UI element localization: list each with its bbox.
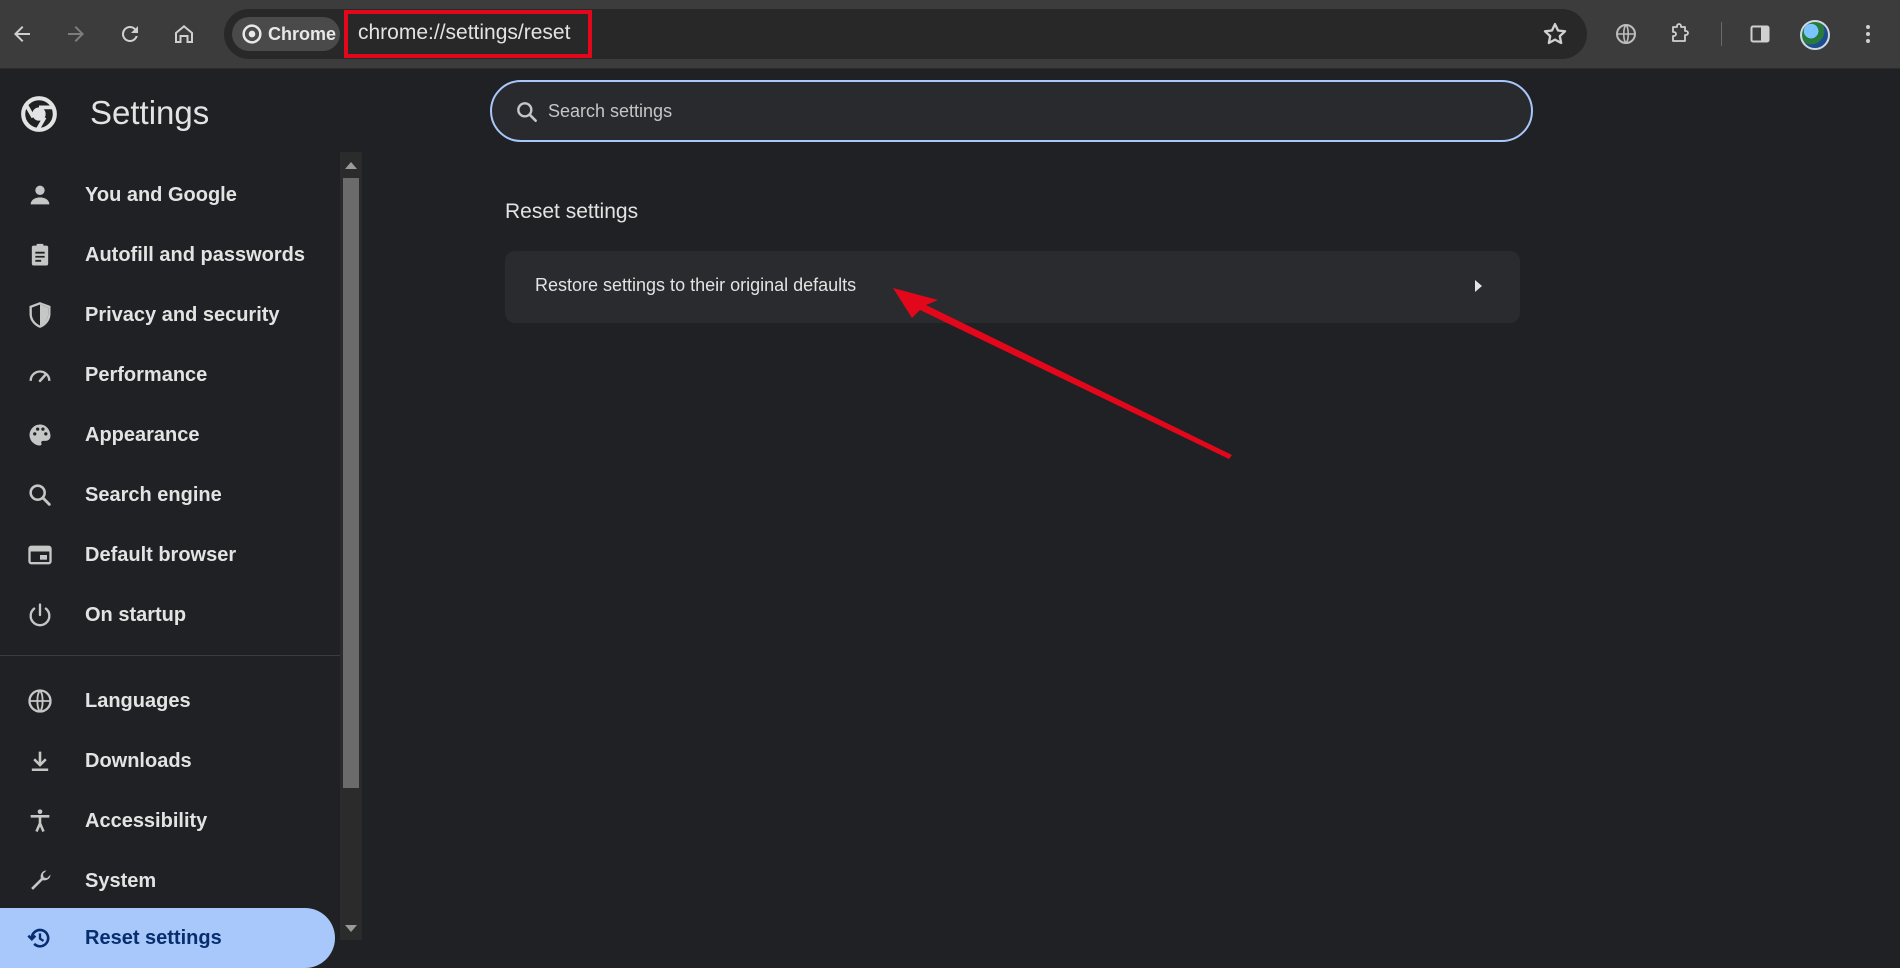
shield-icon bbox=[26, 301, 54, 329]
url-text[interactable]: chrome://settings/reset bbox=[358, 21, 570, 45]
sidebar-item-languages[interactable]: Languages bbox=[0, 672, 335, 730]
clipboard-icon bbox=[26, 241, 54, 269]
toolbar-divider bbox=[1721, 22, 1722, 46]
sidebar-item-you-and-google[interactable]: You and Google bbox=[0, 166, 335, 224]
scroll-down-arrow-icon[interactable] bbox=[345, 925, 357, 932]
page-title: Settings bbox=[90, 94, 210, 131]
side-panel-icon[interactable] bbox=[1740, 14, 1780, 54]
search-placeholder: Search settings bbox=[548, 101, 673, 121]
back-arrow-icon[interactable] bbox=[2, 14, 42, 54]
sidebar-scrollbar[interactable] bbox=[340, 152, 362, 940]
speedometer-icon bbox=[26, 361, 54, 389]
sidebar-item-search-engine[interactable]: Search engine bbox=[0, 466, 335, 524]
browser-window-icon bbox=[26, 541, 54, 569]
section-title: Reset settings bbox=[505, 200, 639, 223]
browser-toolbar: Chrome chrome://settings/reset bbox=[0, 0, 1900, 69]
restore-defaults-label: Restore settings to their original defau… bbox=[535, 275, 857, 295]
sidebar-item-label: Downloads bbox=[85, 749, 192, 772]
sidebar-item-label: On startup bbox=[85, 603, 187, 626]
sidebar-item-performance[interactable]: Performance bbox=[0, 346, 335, 404]
scroll-up-arrow-icon[interactable] bbox=[345, 162, 357, 169]
sidebar-item-accessibility[interactable]: Accessibility bbox=[0, 792, 335, 850]
search-icon bbox=[517, 102, 537, 122]
sidebar-item-label: Search engine bbox=[85, 483, 222, 506]
home-icon[interactable] bbox=[164, 14, 204, 54]
scroll-thumb[interactable] bbox=[343, 178, 359, 788]
profile-avatar[interactable] bbox=[1800, 20, 1830, 50]
sidebar-item-label: Reset settings bbox=[85, 926, 222, 949]
power-icon bbox=[26, 601, 54, 629]
wrench-icon bbox=[26, 867, 54, 895]
sidebar-item-label: Privacy and security bbox=[85, 303, 280, 326]
palette-icon bbox=[26, 421, 54, 449]
person-icon bbox=[26, 181, 54, 209]
restore-defaults-row[interactable]: Restore settings to their original defau… bbox=[505, 251, 1520, 323]
chip-label: Chrome bbox=[268, 23, 337, 44]
accessibility-icon bbox=[26, 807, 54, 835]
settings-sidebar: You and Google Autofill and passwords Pr… bbox=[0, 152, 340, 968]
chrome-logo-icon bbox=[242, 24, 262, 44]
sidebar-item-downloads[interactable]: Downloads bbox=[0, 732, 335, 790]
sidebar-item-label: Appearance bbox=[85, 423, 200, 446]
search-icon bbox=[26, 481, 54, 509]
sidebar-item-label: You and Google bbox=[85, 183, 237, 206]
sidebar-item-label: Languages bbox=[85, 689, 191, 712]
omnibox[interactable]: Chrome chrome://settings/reset bbox=[224, 9, 1587, 59]
sidebar-item-default-browser[interactable]: Default browser bbox=[0, 526, 335, 584]
chrome-logo-icon bbox=[21, 96, 57, 132]
chrome-chip[interactable]: Chrome bbox=[232, 17, 340, 51]
sidebar-item-system[interactable]: System bbox=[0, 852, 335, 910]
sidebar-item-privacy-and-security[interactable]: Privacy and security bbox=[0, 286, 335, 344]
history-icon bbox=[26, 924, 54, 952]
sidebar-item-label: Performance bbox=[85, 363, 208, 386]
bookmark-star-icon[interactable] bbox=[1541, 20, 1569, 48]
sidebar-item-label: Accessibility bbox=[85, 809, 208, 832]
sidebar-item-label: Autofill and passwords bbox=[85, 243, 306, 266]
sidebar-item-label: System bbox=[85, 869, 157, 892]
sidebar-item-reset-settings[interactable]: Reset settings bbox=[0, 908, 335, 968]
reload-icon[interactable] bbox=[110, 14, 150, 54]
globe-icon[interactable] bbox=[1606, 14, 1646, 54]
sidebar-item-autofill-and-passwords[interactable]: Autofill and passwords bbox=[0, 226, 335, 284]
extensions-icon[interactable] bbox=[1660, 14, 1700, 54]
more-vert-icon[interactable] bbox=[1848, 14, 1888, 54]
globe-icon bbox=[26, 687, 54, 715]
sidebar-item-appearance[interactable]: Appearance bbox=[0, 406, 335, 464]
sidebar-item-on-startup[interactable]: On startup bbox=[0, 586, 335, 644]
sidebar-item-label: Default browser bbox=[85, 543, 237, 566]
sidebar-divider bbox=[0, 655, 340, 656]
chevron-right-icon bbox=[1475, 280, 1482, 292]
download-icon bbox=[26, 747, 54, 775]
search-input[interactable]: Search settings bbox=[490, 80, 1533, 142]
forward-arrow-icon[interactable] bbox=[56, 14, 96, 54]
